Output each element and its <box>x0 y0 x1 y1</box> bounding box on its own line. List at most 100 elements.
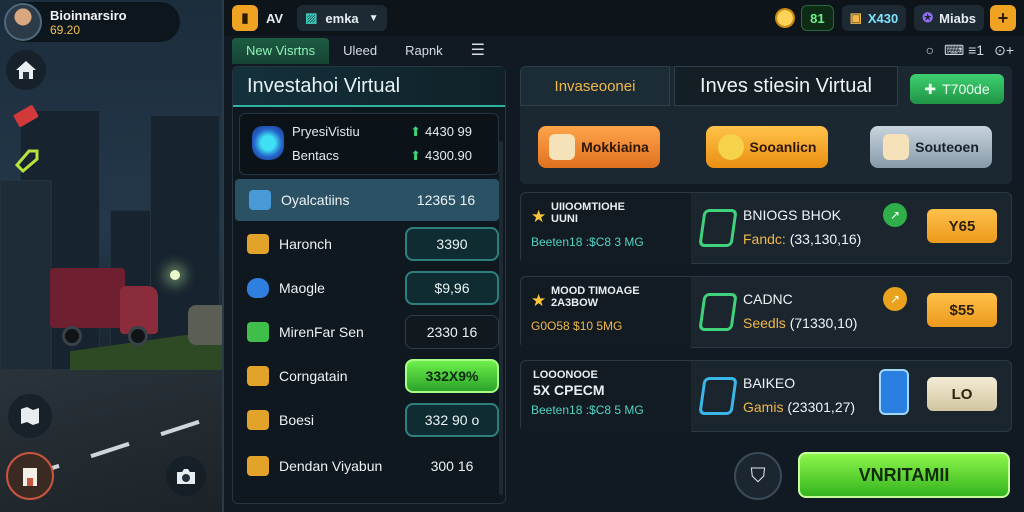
featured-value-1: ⬆ 4430 99 <box>410 124 472 139</box>
list-item-value[interactable]: 332 90 o <box>405 403 499 437</box>
card-name: BAIKEO <box>743 375 796 391</box>
investment-card[interactable]: ★ MOOD TIMOAGE 2A3BOW G0O58 $10 5MG CADNC… <box>520 276 1012 349</box>
investment-card[interactable]: ★ UIIOOMTIOHE UUNI Beeten18 :$C8 3 MG BNI… <box>520 192 1012 265</box>
card-summary: ★ UIIOOMTIOHE UUNI Beeten18 :$C8 3 MG <box>521 193 691 265</box>
list-item-value: 300 16 <box>430 458 474 474</box>
shield-icon[interactable]: ⛉ <box>734 452 782 500</box>
action-button-2[interactable]: Sooanlicn <box>706 126 828 168</box>
list-item-label: Dendan Viyabun <box>279 458 383 474</box>
card-detail: Gamis (23301,27) <box>743 399 856 415</box>
card-name: CADNC <box>743 291 793 307</box>
home-icon[interactable] <box>6 50 46 90</box>
tag-icon[interactable] <box>6 140 46 180</box>
investment-list: Investahoi Virtual PryesiVistiu Bentacs … <box>232 66 506 504</box>
list-item-label: Maogle <box>279 280 325 296</box>
arrow-up-icon: ⬆ <box>410 148 421 163</box>
tab-uleed[interactable]: Uleed <box>329 38 391 64</box>
buy-price-button[interactable]: ✚ T700de <box>910 74 1004 104</box>
card-price-button[interactable]: Y65 <box>927 209 997 243</box>
card-summary: LOOONOOE 5X CPECM Beeten18 :$C8 5 MG <box>521 361 691 433</box>
coin-count: 81 <box>801 5 834 31</box>
document-icon[interactable] <box>879 369 909 415</box>
list-item-value[interactable]: 2330 16 <box>405 315 499 349</box>
tab-invaseoonei[interactable]: Invaseoonei <box>520 66 670 106</box>
card-price-button[interactable]: $55 <box>927 293 997 327</box>
list-item[interactable]: Haronch 3390 <box>233 223 505 265</box>
rank-badge[interactable]: ✪ Miabs <box>914 5 984 31</box>
action-button-3[interactable]: Souteoen <box>870 126 992 168</box>
action-button-1[interactable]: Mokkiaina <box>538 126 660 168</box>
list-item-value[interactable]: 3390 <box>405 227 499 261</box>
list-item[interactable]: Dendan Viyabun 300 16 <box>233 445 505 487</box>
tab-new[interactable]: New Visrtns <box>232 38 330 64</box>
coin-icon <box>717 134 744 160</box>
card-title: MOOD TIMOAGE 2A3BOW <box>551 285 640 309</box>
plus-icon: ✚ <box>924 80 937 97</box>
list-item-value[interactable]: $9,96 <box>405 271 499 305</box>
chart-icon: ▨ <box>305 10 318 25</box>
trend-icon[interactable]: ↗ <box>883 203 907 227</box>
list-item[interactable]: Oyalcatiins 12365 16 <box>235 179 499 221</box>
list-item-label: Haronch <box>279 236 332 252</box>
star-icon: ★ <box>531 291 547 310</box>
keyboard-icon[interactable]: ⌨ ≡1 <box>944 42 984 59</box>
card-summary: ★ MOOD TIMOAGE 2A3BOW G0O58 $10 5MG <box>521 277 691 349</box>
card-sub: Beeten18 :$C8 3 MG <box>531 235 644 249</box>
parked-car <box>188 305 222 345</box>
map-icon[interactable] <box>8 394 52 438</box>
crate-icon: ▣ <box>849 10 862 25</box>
shield-icon <box>247 278 269 298</box>
list-item-label: Corngatain <box>279 368 348 384</box>
investment-card[interactable]: LOOONOOE 5X CPECM Beeten18 :$C8 5 MG BAIK… <box>520 360 1012 433</box>
mode-dropdown-label: emka <box>325 10 359 26</box>
menu-icon[interactable]: ☰ <box>457 38 499 64</box>
box-icon <box>883 134 910 160</box>
camera-icon[interactable] <box>166 456 206 496</box>
avatar[interactable] <box>4 3 42 41</box>
tab-bar: New Visrtns Uleed Rapnk ☰ <box>232 38 499 64</box>
list-item[interactable]: Corngatain 332X9% <box>233 355 505 397</box>
gem-count: X430 <box>867 10 899 26</box>
settings-icon[interactable]: ⊙+ <box>994 42 1014 59</box>
tab-rapnk[interactable]: Rapnk <box>391 38 457 64</box>
add-button[interactable]: + <box>990 5 1016 31</box>
scrollbar[interactable] <box>499 141 503 495</box>
gem-counter: ▣ X430 <box>841 5 907 31</box>
ticket-icon[interactable] <box>6 96 46 136</box>
list-item[interactable]: MirenFar Sen 2330 16 <box>233 311 505 353</box>
app-tag: AV <box>266 10 284 26</box>
featured-item[interactable]: PryesiVistiu Bentacs ⬆ 4430 99 ⬆ 4300.90 <box>239 113 499 175</box>
card-sub: Beeten18 :$C8 5 MG <box>531 403 644 417</box>
list-item-label: MirenFar Sen <box>279 324 364 340</box>
help-icon[interactable]: ○ <box>926 42 934 59</box>
featured-label-1: PryesiVistiu <box>292 124 360 139</box>
card-title: UIIOOMTIOHE UUNI <box>551 201 625 225</box>
player-cash: 69.20 <box>50 22 81 37</box>
panel-title: Inves stiesin Virtual <box>674 66 898 106</box>
primary-action-button[interactable]: VNRITAMII <box>798 452 1010 498</box>
cash-icon <box>247 322 269 342</box>
building-icon[interactable] <box>6 452 54 500</box>
card-name: BNIOGS BHOK <box>743 207 842 223</box>
app-logo-icon[interactable]: ▮ <box>232 5 258 31</box>
trend-icon[interactable]: ↗ <box>883 287 907 311</box>
list-item-label: Oyalcatiins <box>281 192 350 208</box>
player-profile[interactable]: Bioinnarsiro 69.20 <box>4 2 180 42</box>
city-scene: Bioinnarsiro 69.20 <box>0 0 222 512</box>
list-item[interactable]: Maogle $9,96 <box>233 267 505 309</box>
list-item[interactable]: Boesi 332 90 o <box>233 399 505 441</box>
rank-label: Miabs <box>939 10 976 26</box>
building <box>0 180 52 370</box>
chevron-down-icon: ▼ <box>368 12 379 24</box>
card-price-button[interactable]: LO <box>927 377 997 411</box>
arrow-up-icon: ⬆ <box>410 124 421 139</box>
cube-icon <box>249 190 271 210</box>
mode-dropdown[interactable]: ▨ emka ▼ <box>297 5 387 31</box>
cash-stack-icon <box>698 293 738 331</box>
truck <box>50 268 160 348</box>
list-item-value[interactable]: 332X9% <box>405 359 499 393</box>
star-icon: ★ <box>531 207 547 226</box>
list-item-value: 12365 16 <box>416 192 476 208</box>
badge-icon: ✪ <box>922 10 934 25</box>
featured-label-2: Bentacs <box>292 148 339 163</box>
